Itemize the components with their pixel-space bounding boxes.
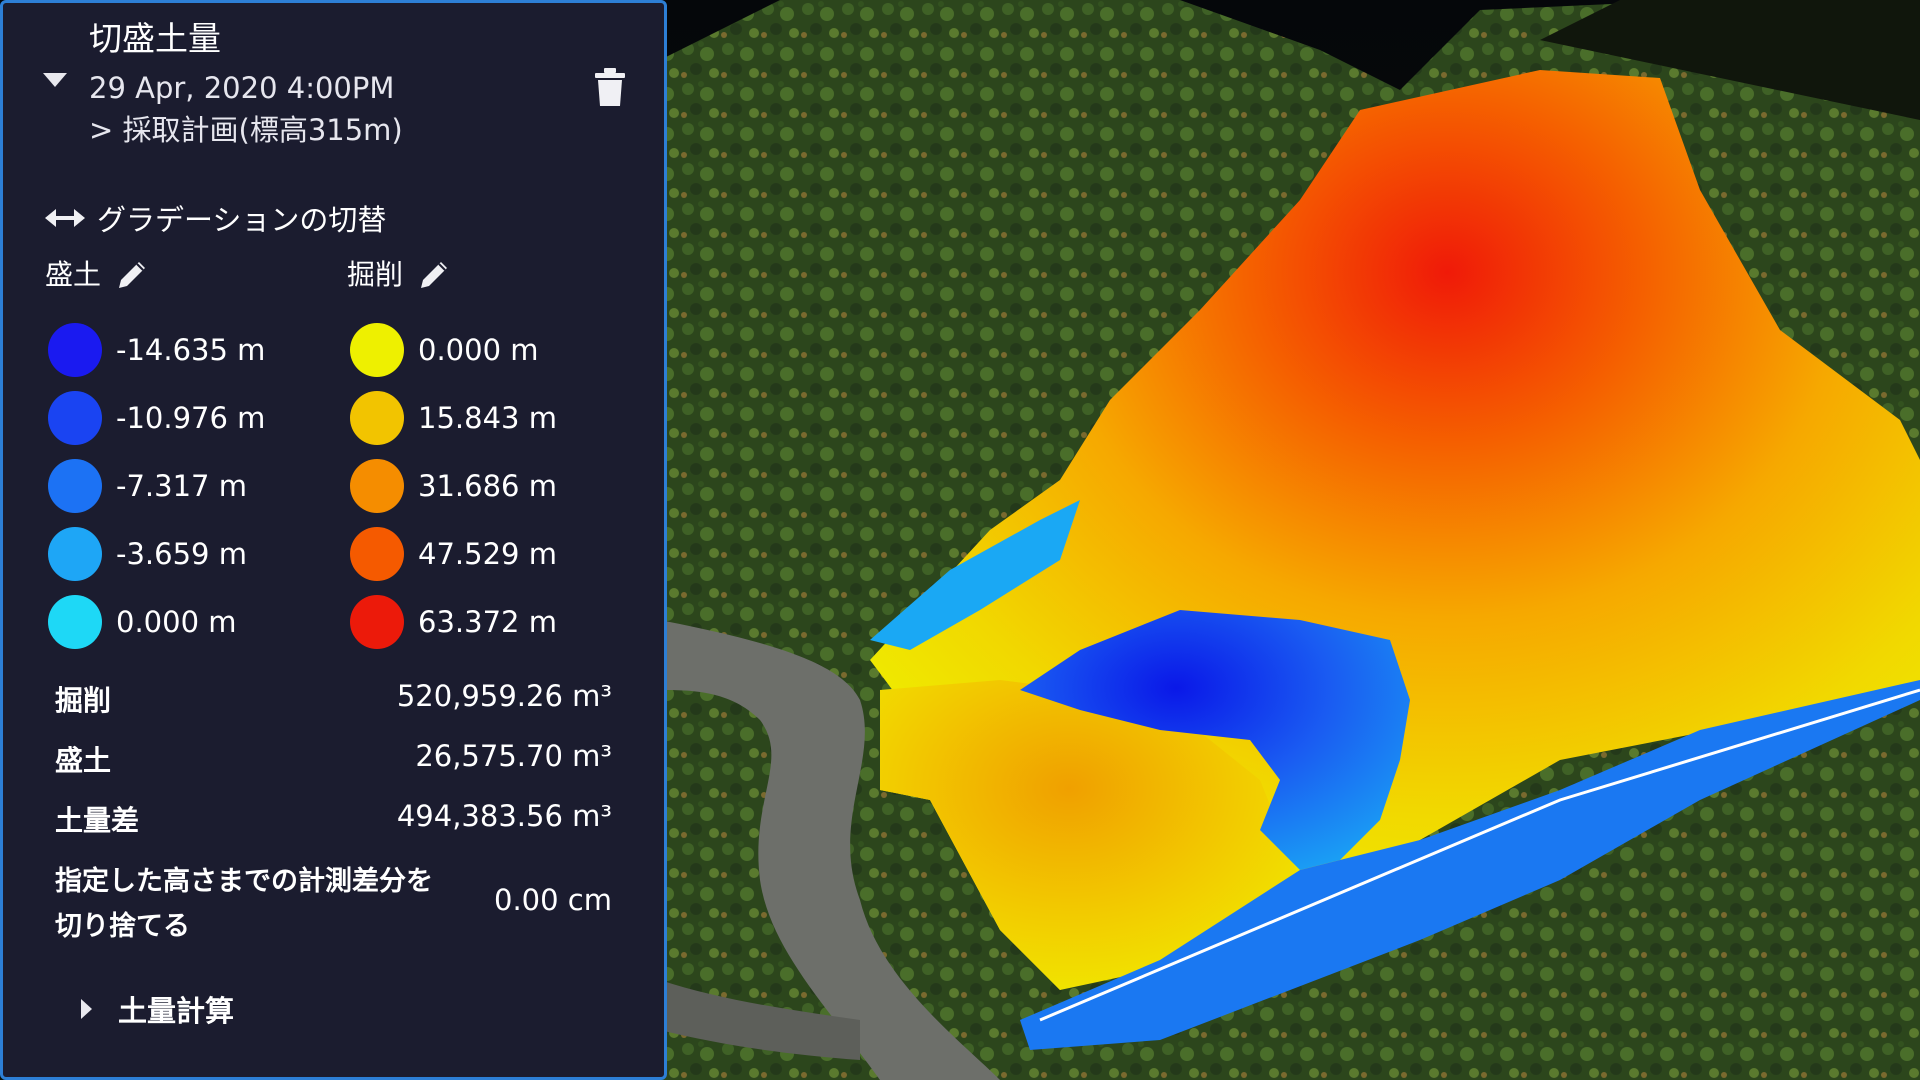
cut-legend-item: 15.843 m: [350, 391, 557, 445]
cut-legend-item: 31.686 m: [350, 459, 557, 513]
gradient-toggle[interactable]: グラデーションの切替: [45, 198, 386, 238]
cutoff-label-line2: 切り捨てる: [55, 911, 190, 942]
cut-header-label: 掘削: [347, 258, 404, 291]
cut-legend-value: 0.000 m: [418, 333, 539, 367]
cut-color-dot: [350, 323, 404, 377]
net-volume-label: 土量差: [55, 804, 140, 837]
fill-legend: -14.635 m -10.976 m -7.317 m -3.659 m 0.…: [48, 323, 265, 649]
cut-legend: 0.000 m 15.843 m 31.686 m 47.529 m 63.37…: [350, 323, 557, 649]
soil-calc-expander[interactable]: 土量計算: [81, 988, 234, 1030]
cut-legend-value: 31.686 m: [418, 469, 557, 503]
cut-legend-item: 0.000 m: [350, 323, 557, 377]
fill-header-label: 盛土: [45, 258, 102, 291]
cutoff-value[interactable]: 0.00 cm: [494, 883, 612, 917]
fill-legend-item: -7.317 m: [48, 459, 265, 513]
fill-volume-label: 盛土: [55, 744, 112, 777]
cut-color-dot: [350, 527, 404, 581]
cutoff-label-line1: 指定した高さまでの計測差分を: [55, 866, 433, 897]
cut-color-dot: [350, 391, 404, 445]
cut-color-dot: [350, 595, 404, 649]
net-volume-value: 494,383.56 m³: [396, 799, 612, 833]
collapse-caret-icon[interactable]: [43, 73, 67, 87]
gradient-toggle-label: グラデーションの切替: [97, 203, 387, 237]
cut-fill-panel: 切盛土量 29 Apr, 2020 4:00PM > 採取計画(標高315m) …: [0, 0, 667, 1080]
cut-legend-value: 15.843 m: [418, 401, 557, 435]
fill-legend-value: -3.659 m: [116, 537, 247, 571]
survey-date: 29 Apr, 2020 4:00PM: [89, 71, 395, 105]
cut-legend-item: 63.372 m: [350, 595, 557, 649]
cut-legend-value: 47.529 m: [418, 537, 557, 571]
design-surface-name: > 採取計画(標高315m): [89, 113, 403, 147]
fill-legend-value: 0.000 m: [116, 605, 237, 639]
cut-color-dot: [350, 459, 404, 513]
fill-legend-item: -14.635 m: [48, 323, 265, 377]
edit-cut-pencil-icon[interactable]: [417, 258, 451, 292]
panel-title: 切盛土量: [89, 19, 221, 58]
expand-caret-icon: [81, 999, 92, 1019]
fill-color-dot: [48, 391, 102, 445]
trash-icon[interactable]: [593, 67, 627, 107]
cut-legend-value: 63.372 m: [418, 605, 557, 639]
fill-legend-value: -10.976 m: [116, 401, 266, 435]
fill-color-dot: [48, 595, 102, 649]
cut-volume-label: 掘削: [55, 684, 112, 717]
cut-legend-item: 47.529 m: [350, 527, 557, 581]
fill-color-dot: [48, 459, 102, 513]
cut-volume-value: 520,959.26 m³: [396, 679, 612, 713]
fill-legend-value: -14.635 m: [116, 333, 266, 367]
fill-legend-value: -7.317 m: [116, 469, 247, 503]
fill-color-dot: [48, 527, 102, 581]
cut-header: 掘削: [347, 255, 451, 295]
edit-fill-pencil-icon[interactable]: [115, 258, 149, 292]
fill-legend-item: 0.000 m: [48, 595, 265, 649]
fill-legend-item: -3.659 m: [48, 527, 265, 581]
cutoff-label: 指定した高さまでの計測差分を 切り捨てる: [55, 859, 495, 949]
swap-arrows-icon: [45, 209, 85, 227]
fill-legend-item: -10.976 m: [48, 391, 265, 445]
fill-header: 盛土: [45, 255, 149, 295]
soil-calc-label: 土量計算: [118, 994, 235, 1028]
fill-volume-value: 26,575.70 m³: [415, 739, 612, 773]
fill-color-dot: [48, 323, 102, 377]
